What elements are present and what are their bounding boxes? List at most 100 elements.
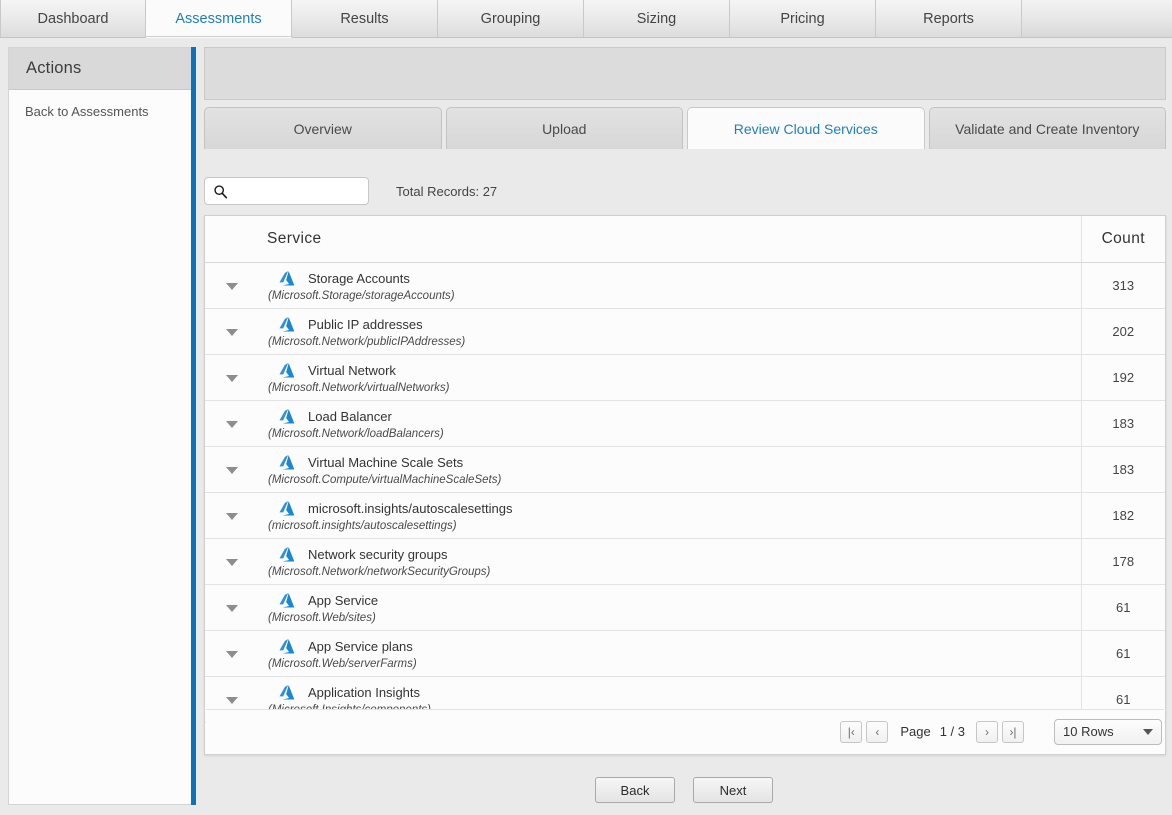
table-row[interactable]: Virtual Machine Scale Sets (Microsoft.Com… [205,446,1165,493]
chevron-down-icon[interactable] [226,650,238,658]
row-expand-cell[interactable] [205,492,259,539]
sub-navigation-tabs: Overview Upload Review Cloud Services Va… [204,107,1166,149]
chevron-down-icon[interactable] [226,696,238,704]
service-name: Virtual Machine Scale Sets [308,454,464,470]
row-service-cell: Virtual Machine Scale Sets (Microsoft.Com… [259,446,1081,493]
service-name-line: microsoft.insights/autoscalesettings [279,500,1081,517]
chevron-down-icon[interactable] [226,420,238,428]
back-button[interactable]: Back [595,777,675,803]
row-expand-cell[interactable] [205,308,259,355]
services-table: Service Count Storage Accounts (Microsoft… [205,216,1165,723]
pagination-page-value: 1 / 3 [939,724,965,739]
row-count-cell: 313 [1080,262,1165,309]
row-expand-cell[interactable] [205,584,259,631]
tab-sizing[interactable]: Sizing [584,0,730,37]
service-resource-type: (microsoft.insights/autoscalesettings) [268,519,457,532]
service-name: Virtual Network [308,362,396,378]
content-header-panel [204,47,1166,100]
tab-dashboard[interactable]: Dashboard [0,0,146,37]
row-service-cell: microsoft.insights/autoscalesettings (mic… [259,492,1081,539]
pagination-last-button[interactable]: ›| [1002,720,1024,743]
table-row[interactable]: Virtual Network (Microsoft.Network/virtua… [205,354,1165,401]
pagination-page-label: Page [900,724,931,739]
table-header-count[interactable]: Count [1080,216,1165,263]
app-window: Dashboard Assessments Results Grouping S… [0,0,1172,815]
service-name-line: Load Balancer [279,408,1081,425]
row-expand-cell[interactable] [205,400,259,447]
table-row[interactable]: microsoft.insights/autoscalesettings (mic… [205,492,1165,539]
footer-buttons: Back Next [196,777,1172,803]
table-row[interactable]: App Service (Microsoft.Web/sites) 61 [205,584,1165,631]
search-icon [214,184,228,198]
tab-assessments[interactable]: Assessments [146,0,292,38]
table-row[interactable]: App Service plans (Microsoft.Web/serverFa… [205,630,1165,677]
nav-filler [1022,0,1172,37]
azure-icon [279,454,295,469]
pagination-bar: |‹ ‹ Page 1 / 3 › ›| 10 Rows [206,709,1164,753]
row-service-cell: App Service (Microsoft.Web/sites) [259,584,1081,631]
service-resource-type: (Microsoft.Network/virtualNetworks) [268,381,450,394]
subtab-validate-and-create-inventory[interactable]: Validate and Create Inventory [928,107,1166,149]
subtab-review-cloud-services[interactable]: Review Cloud Services [687,107,925,149]
table-row[interactable]: Load Balancer (Microsoft.Network/loadBala… [205,400,1165,447]
row-count-cell: 183 [1080,446,1165,493]
sidebar-item-back-to-assessments[interactable]: Back to Assessments [25,104,191,119]
azure-icon [279,362,295,377]
tab-pricing-label: Pricing [780,10,825,27]
service-name: Load Balancer [308,408,392,424]
azure-icon [279,592,295,607]
sidebar-title-label: Actions [26,59,82,77]
tab-grouping-label: Grouping [480,10,541,27]
table-header-expand [205,216,259,263]
chevron-down-icon[interactable] [226,604,238,612]
chevron-down-icon [1143,728,1153,735]
tab-results[interactable]: Results [292,0,438,37]
chevron-down-icon[interactable] [226,328,238,336]
subtab-overview[interactable]: Overview [204,107,442,149]
azure-icon [279,500,295,515]
table-row[interactable]: Network security groups (Microsoft.Networ… [205,538,1165,585]
service-resource-type: (Microsoft.Storage/storageAccounts) [268,289,455,302]
sidebar-body: Back to Assessments [9,90,191,119]
tab-grouping[interactable]: Grouping [438,0,584,37]
search-box[interactable] [204,177,369,205]
table-row[interactable]: Storage Accounts (Microsoft.Storage/stora… [205,262,1165,309]
row-expand-cell[interactable] [205,630,259,677]
chevron-down-icon[interactable] [226,374,238,382]
subtab-upload[interactable]: Upload [445,107,683,149]
service-name: Network security groups [308,546,448,562]
main-navigation-tabs: Dashboard Assessments Results Grouping S… [0,0,1172,38]
service-name-line: Virtual Network [279,362,1081,379]
service-name: App Service plans [308,638,413,654]
rows-per-page-select[interactable]: 10 Rows [1054,718,1162,745]
service-resource-type: (Microsoft.Network/networkSecurityGroups… [268,565,491,578]
service-name-line: Storage Accounts [279,270,1081,287]
pagination-next-button[interactable]: › [976,720,998,743]
row-expand-cell[interactable] [205,354,259,401]
table-header-service[interactable]: Service [259,216,1081,263]
tab-sizing-label: Sizing [636,10,677,27]
tab-reports[interactable]: Reports [876,0,1022,37]
service-name-line: Network security groups [279,546,1081,563]
tab-pricing[interactable]: Pricing [730,0,876,37]
row-expand-cell[interactable] [205,262,259,309]
chevron-down-icon[interactable] [226,466,238,474]
search-row: Total Records: 27 [204,175,1166,207]
row-expand-cell[interactable] [205,538,259,585]
pagination-prev-button[interactable]: ‹ [866,720,889,743]
service-name-line: App Service [279,592,1081,609]
search-input[interactable] [232,182,361,200]
row-expand-cell[interactable] [205,446,259,493]
service-resource-type: (Microsoft.Web/sites) [268,611,376,624]
pagination-first-button[interactable]: |‹ [840,720,863,743]
service-resource-type: (Microsoft.Network/loadBalancers) [268,427,444,440]
next-button[interactable]: Next [693,777,773,803]
chevron-down-icon[interactable] [226,282,238,290]
table-head: Service Count [205,216,1165,263]
row-service-cell: Network security groups (Microsoft.Networ… [259,538,1081,585]
row-service-cell: App Service plans (Microsoft.Web/serverFa… [259,630,1081,677]
row-count-cell: 192 [1080,354,1165,401]
table-row[interactable]: Public IP addresses (Microsoft.Network/pu… [205,308,1165,355]
chevron-down-icon[interactable] [226,512,238,520]
chevron-down-icon[interactable] [226,558,238,566]
